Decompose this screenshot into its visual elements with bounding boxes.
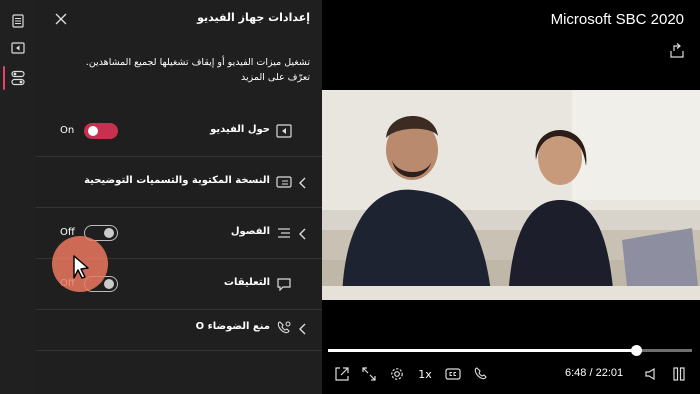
gear-icon[interactable]	[388, 365, 406, 383]
noise-suppression-icon	[276, 320, 294, 336]
playback-speed-button[interactable]: 1x	[416, 365, 434, 383]
about-video-toggle-text: On	[60, 125, 75, 136]
video-frame[interactable]	[322, 90, 700, 300]
progress-track[interactable]	[328, 345, 692, 356]
cursor-highlight	[52, 236, 108, 292]
playback-speed: 1x	[418, 367, 432, 381]
row-about-video: حول الفيديو On	[36, 106, 322, 156]
video-title: Microsoft SBC 2020	[550, 11, 684, 28]
about-video-toggle[interactable]	[84, 123, 118, 139]
description-text: تشغيل ميزات الفيديو أو إيقاف تشغيلها لجم…	[85, 57, 310, 68]
about-video-label: حول الفيديو	[210, 124, 270, 135]
pause-icon[interactable]	[670, 365, 688, 383]
comment-icon	[276, 276, 294, 292]
panel-description: تشغيل ميزات الفيديو أو إيقاف تشغيلها لجم…	[60, 55, 310, 85]
captions-icon[interactable]	[444, 365, 462, 383]
fullscreen-icon[interactable]	[360, 365, 378, 383]
transcript-captions-label: النسخة المكتوبة والتسميات التوضيحية	[84, 175, 270, 186]
noise-suppression-icon[interactable]	[472, 365, 490, 383]
chapters-label: الفصول	[230, 226, 270, 237]
captions-icon	[276, 174, 294, 190]
pointer-cursor-icon	[73, 255, 89, 279]
progress-fill	[328, 349, 636, 352]
chapters-icon	[276, 225, 294, 241]
video-info-icon	[276, 123, 294, 139]
settings-panel: إعدادات جهاز الفيديو تشغيل ميزات الفيديو…	[36, 0, 322, 394]
popout-icon[interactable]	[333, 365, 351, 383]
row-transcript-captions[interactable]: النسخة المكتوبة والتسميات التوضيحية	[36, 157, 322, 207]
video-info-icon[interactable]	[6, 37, 30, 59]
rail-active-indicator	[3, 66, 5, 90]
divider	[36, 350, 322, 351]
row-noise-suppression[interactable]: منع الضوضاء O	[36, 310, 322, 360]
progress-thumb[interactable]	[630, 345, 642, 356]
panel-title: إعدادات جهاز الفيديو	[197, 11, 310, 24]
chevron-left-icon	[298, 175, 308, 189]
volume-icon[interactable]	[642, 365, 660, 383]
share-icon[interactable]	[668, 42, 686, 60]
time-display: 6:48 / 22:01	[565, 367, 624, 379]
chevron-left-icon[interactable]	[298, 226, 308, 240]
learn-more-link[interactable]: تعرّف على المزيد	[60, 70, 310, 85]
close-icon[interactable]	[52, 10, 70, 28]
notes-icon[interactable]	[6, 10, 30, 32]
left-rail	[0, 0, 36, 394]
comments-label: التعليقات	[223, 277, 270, 288]
settings-toggles-icon[interactable]	[6, 67, 30, 89]
noise-suppression-label: منع الضوضاء O	[195, 321, 270, 332]
chevron-left-icon	[298, 321, 308, 335]
